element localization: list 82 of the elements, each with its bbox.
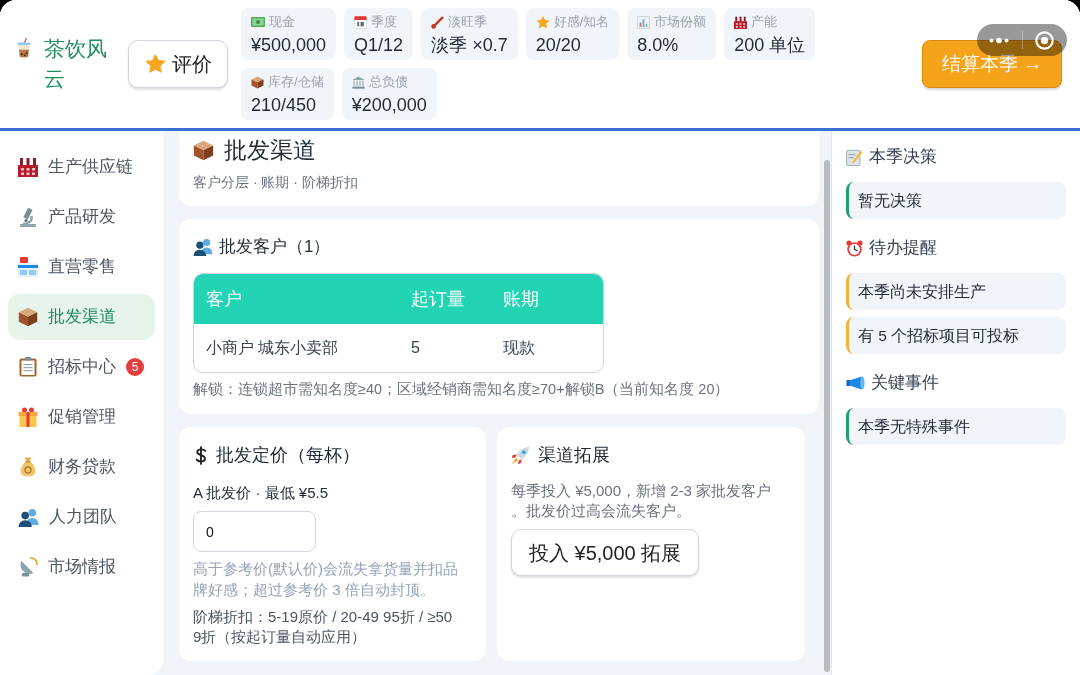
gift-icon [18,407,38,427]
section-title: 渠道拓展 [538,444,610,467]
banknote-icon [251,17,265,27]
satellite-dish-icon [18,557,38,577]
package-icon [18,307,38,327]
stat-value: 210/450 [251,94,318,117]
tier-discount-text: 阶梯折扣：5-19原价 / 20-49 95折 / ≥50 9折（按起订量自动应用） [193,607,454,647]
calendar-icon [354,15,368,29]
page-title: 批发渠道 [224,136,316,165]
people-icon [193,238,213,256]
circle-dot-icon[interactable] [1035,30,1055,50]
sidebar-item[interactable]: 市场情报 [8,544,155,590]
stat-value: Q1/12 [354,34,404,57]
sidebar-item[interactable]: 人力团队 [8,494,155,540]
factory-icon [734,15,748,29]
more-icon[interactable] [989,36,1010,44]
sidebar-item[interactable]: 生产供应链 [8,144,155,190]
table-cell-text: 小商户 城东小卖部 [205,338,340,358]
sidebar-item[interactable]: 促销管理 [8,394,155,440]
memo-icon [846,148,863,166]
microscope-icon [18,207,38,227]
invest-button[interactable]: 投入 ¥5,000 拓展 [511,529,700,576]
table-cell-text: 现款 [502,338,536,358]
rocket-icon [511,445,530,465]
app-title: 茶饮风云 [44,36,108,92]
stat-value: 淡季 ×0.7 [431,34,508,57]
people-icon [18,507,39,527]
unlock-note: 解锁：连锁超市需知名度≥40；区域经销商需知名度≥70+解锁B（当前知名度 20） [193,380,731,399]
bubble-tea-icon [16,38,32,58]
column-header: 客户 [205,287,243,311]
column-header: 账期 [502,287,540,311]
alarm-clock-icon [846,239,863,257]
section-title: 批发客户（1） [219,236,331,258]
sidebar-item[interactable]: 直营零售 [8,244,155,290]
price-input[interactable]: 0 [193,511,316,552]
field-label: A 批发价 · 最低 ¥5.5 [193,483,330,503]
panel-title: 待办提醒 [869,237,937,259]
stat-value: ¥200,000 [351,94,427,117]
sidebar-item[interactable]: 批发渠道 [8,294,155,340]
sidebar-item[interactable]: 产品研发 [8,194,155,240]
bar-chart-icon [637,15,651,29]
table-cell-text: 5 [410,338,421,358]
column-header: 起订量 [410,287,466,311]
stat-value: ¥500,000 [251,34,327,57]
factory-icon [18,157,38,177]
package-icon [251,75,264,89]
count-badge: 5 [126,358,144,376]
price-hint: 高于参考价(默认价)会流失拿货量并扣品牌好感；超过参考价 3 倍自动封顶。 [193,559,459,600]
stat-value: 20/20 [535,34,582,57]
thermometer-icon [431,15,445,29]
expansion-description: 每季投入 ¥5,000，新增 2-3 家批发客户。批发价过高会流失客户。 [511,481,773,521]
star-icon [144,54,166,74]
clipboard-icon [19,357,37,377]
stat-label: 市场份额 [654,13,707,31]
stat-label: 库存/仓储 [268,73,324,91]
store-icon [18,257,38,277]
money-bag-icon [18,457,38,477]
panel-item: 有 5 个招标项目可投标 [846,317,1066,354]
package-icon [193,139,214,161]
panel-item: 本季无特殊事件 [846,408,1066,445]
stat-label: 产能 [751,13,778,31]
stat-value: 200 单位 [734,34,806,57]
sidebar-item[interactable]: 招标中心 5 [8,344,155,390]
star-icon [535,15,550,29]
scrollbar[interactable] [824,160,830,672]
stat-value: 8.0% [637,34,680,57]
panel-item: 暂无决策 [846,182,1066,219]
panel-title: 关键事件 [871,372,939,394]
bank-icon [351,75,365,89]
megaphone-icon [846,376,865,390]
stat-label: 季度 [371,13,398,31]
section-title: 批发定价（每杯） [216,444,360,467]
stat-label: 总负债 [368,73,408,91]
stat-label: 好感/知名 [553,13,610,31]
panel-item: 本季尚未安排生产 [846,273,1066,310]
sidebar-item[interactable]: 财务贷款 [8,444,155,490]
panel-title: 本季决策 [869,146,937,168]
rate-button[interactable]: 评价 [128,40,228,88]
stat-label: 淡旺季 [448,13,488,31]
dollar-sign-icon [195,445,207,465]
stat-label: 现金 [269,13,295,31]
page-subtitle: 客户分层 · 账期 · 阶梯折扣 [193,173,359,192]
